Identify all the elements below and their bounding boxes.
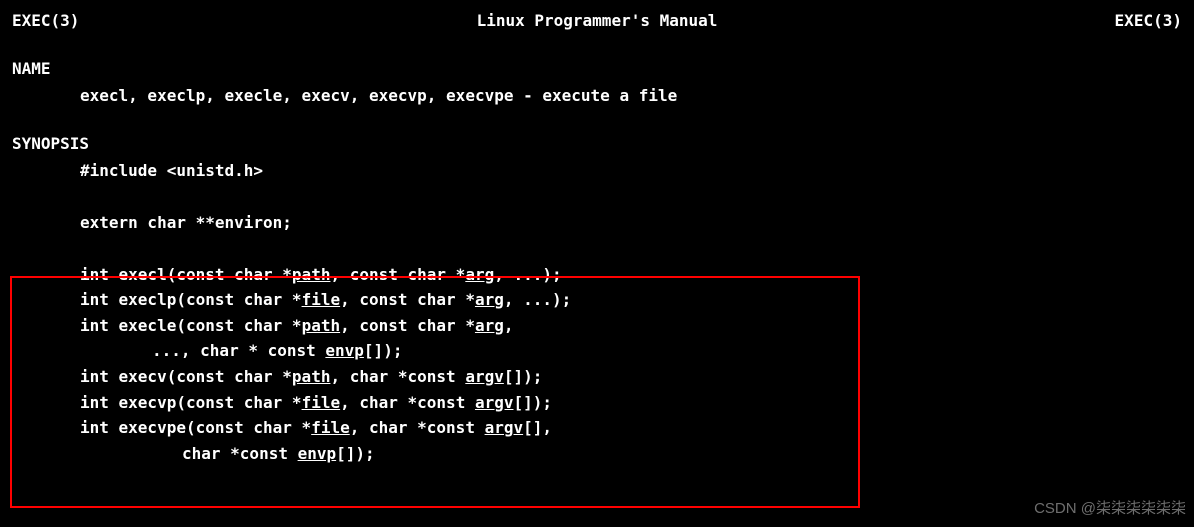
func-execlp: int execlp(const char *file, const char … bbox=[12, 287, 1182, 313]
header-right: EXEC(3) bbox=[1115, 8, 1182, 34]
blank-line bbox=[12, 184, 1182, 210]
blank-line bbox=[12, 236, 1182, 262]
func-execvpe-line1: int execvpe(const char *file, char *cons… bbox=[12, 415, 1182, 441]
func-execle-line1: int execle(const char *path, const char … bbox=[12, 313, 1182, 339]
func-execvp: int execvp(const char *file, char *const… bbox=[12, 390, 1182, 416]
synopsis-include: #include <unistd.h> bbox=[12, 158, 1182, 184]
manpage-header: EXEC(3) Linux Programmer's Manual EXEC(3… bbox=[12, 8, 1182, 34]
section-name-content: execl, execlp, execle, execv, execvp, ex… bbox=[12, 83, 1182, 109]
func-execv: int execv(const char *path, char *const … bbox=[12, 364, 1182, 390]
func-execl: int execl(const char *path, const char *… bbox=[12, 262, 1182, 288]
header-center: Linux Programmer's Manual bbox=[477, 8, 718, 34]
func-execvpe-line2: char *const envp[]); bbox=[12, 441, 1182, 467]
header-left: EXEC(3) bbox=[12, 8, 79, 34]
section-name-title: NAME bbox=[12, 56, 1182, 82]
synopsis-extern: extern char **environ; bbox=[12, 210, 1182, 236]
watermark: CSDN @柒柒柒柒柒柒 bbox=[1034, 497, 1186, 521]
func-execle-line2: ..., char * const envp[]); bbox=[12, 338, 1182, 364]
section-synopsis-title: SYNOPSIS bbox=[12, 131, 1182, 157]
